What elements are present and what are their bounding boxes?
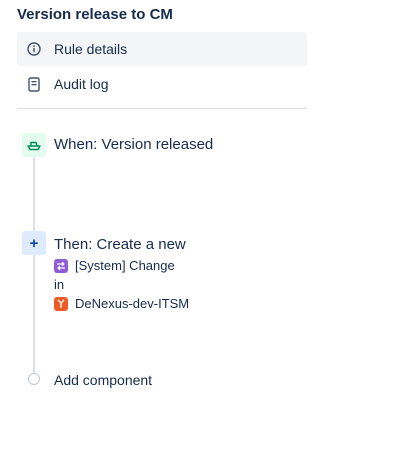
document-icon (26, 76, 42, 92)
project-label: DeNexus-dev-ITSM (75, 296, 190, 311)
nav-item-rule-details[interactable]: Rule details (17, 32, 307, 66)
add-component-dot[interactable] (28, 373, 40, 385)
nav-item-label: Audit log (54, 76, 109, 92)
action-component[interactable]: Then: Create a new (54, 236, 186, 253)
plus-icon[interactable]: + (22, 231, 46, 255)
nav-item-label: Rule details (54, 41, 128, 57)
issue-type-label: [System] Change (75, 258, 175, 273)
rule-timeline-rail (33, 155, 35, 375)
trigger-component[interactable]: When: Version released (54, 136, 213, 153)
action-connector: in (54, 277, 65, 292)
ship-icon[interactable] (22, 133, 46, 157)
page-title: Version release to CM (17, 6, 173, 23)
info-icon (26, 41, 42, 57)
action-project: DeNexus-dev-ITSM (54, 296, 189, 311)
divider (17, 108, 307, 109)
plus-glyph: + (29, 234, 39, 252)
add-component-button[interactable]: Add component (54, 372, 152, 388)
project-avatar-icon (54, 296, 68, 311)
change-type-icon (54, 258, 68, 273)
nav-item-audit-log[interactable]: Audit log (17, 67, 307, 101)
action-issue-type: [System] Change (54, 258, 175, 273)
